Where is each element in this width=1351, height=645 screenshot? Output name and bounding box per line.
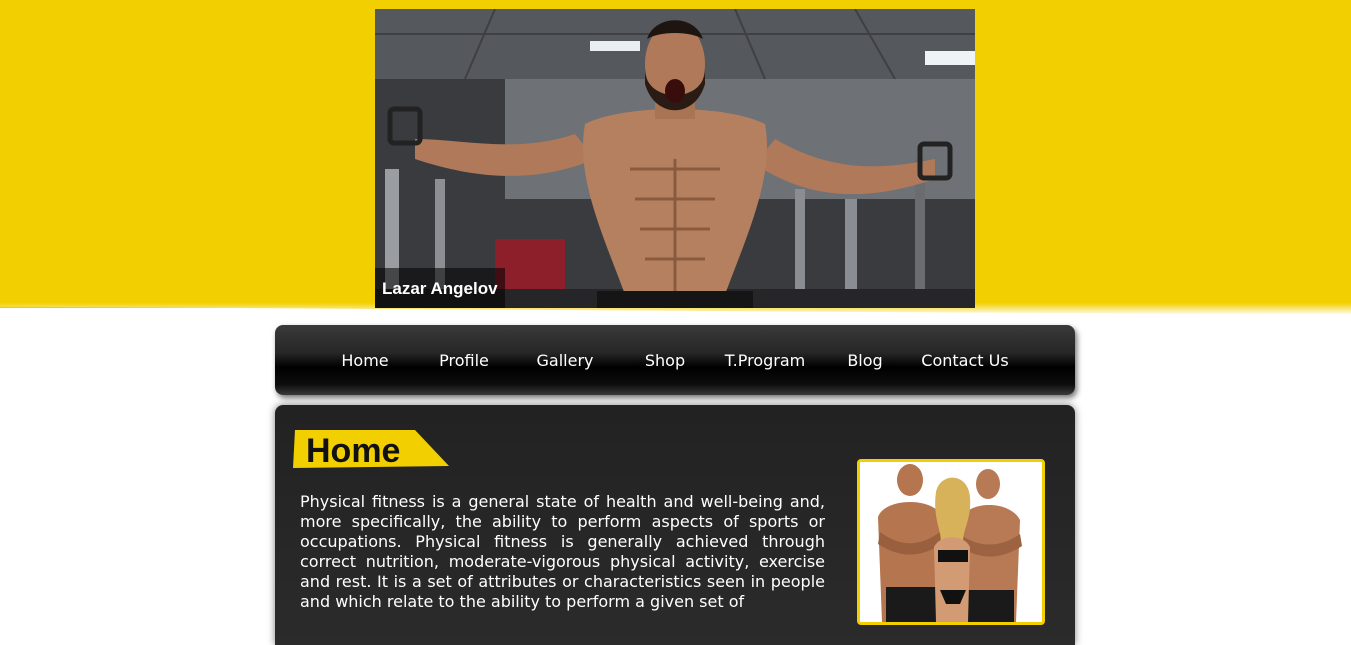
main-navigation: Home Profile Gallery Shop T.Program Blog… [275, 325, 1075, 395]
page-title: Home [306, 432, 401, 470]
page-title-tag: Home [293, 430, 449, 470]
nav-item-shop[interactable]: Shop [633, 325, 697, 395]
nav-item-profile[interactable]: Profile [429, 325, 499, 395]
bodybuilder-photo-icon [375, 9, 975, 308]
nav-item-blog[interactable]: Blog [837, 325, 893, 395]
fitness-group-photo [857, 459, 1045, 625]
hero-caption: Lazar Angelov [375, 268, 505, 308]
nav-item-t-program[interactable]: T.Program [715, 325, 815, 395]
hero-image: Lazar Angelov [375, 9, 975, 308]
intro-paragraph: Physical fitness is a general state of h… [300, 492, 825, 611]
content-panel: Home Physical fitness is a general state… [275, 405, 1075, 645]
nav-item-gallery[interactable]: Gallery [525, 325, 605, 395]
fitness-group-icon [860, 462, 1042, 622]
nav-item-home[interactable]: Home [330, 325, 400, 395]
nav-item-contact-us[interactable]: Contact Us [910, 325, 1020, 395]
